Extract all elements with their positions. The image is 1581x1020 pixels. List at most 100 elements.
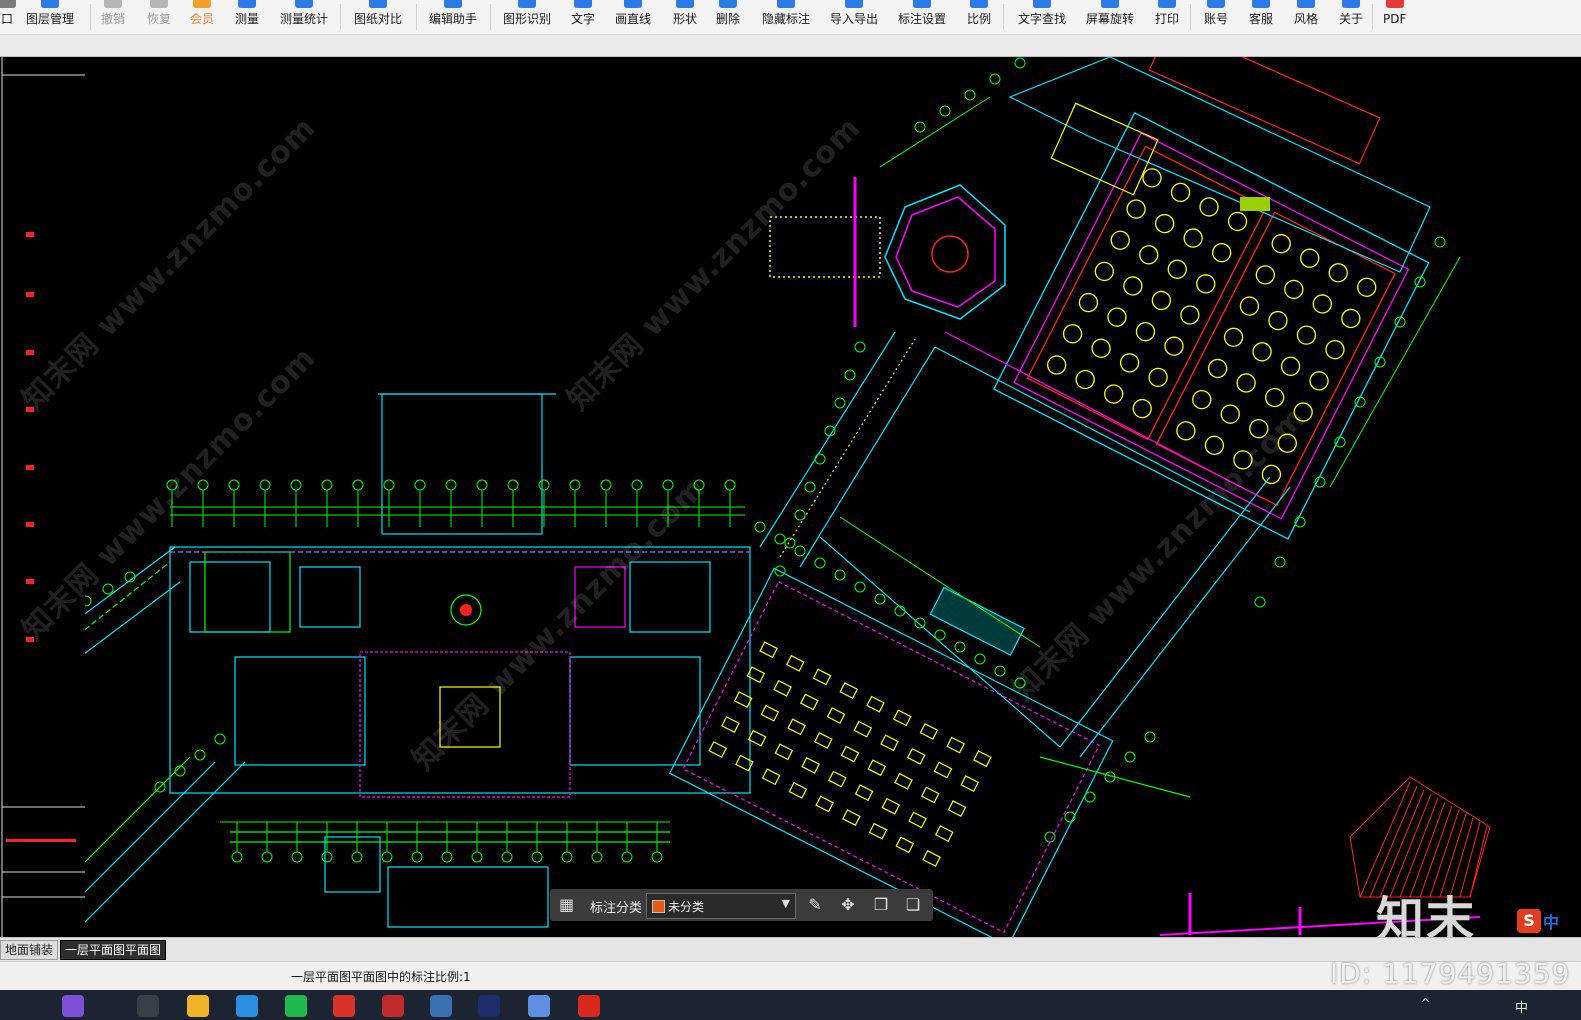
toolbar-button-13[interactable]: 删除 <box>716 0 740 34</box>
input-method-indicator[interactable]: S 中 <box>1517 907 1581 935</box>
banquet-table <box>1094 261 1114 282</box>
axis-bubble <box>934 629 946 641</box>
toolbar-button-8[interactable]: 编辑助手 <box>429 0 477 34</box>
toolbar-button-25[interactable]: PDF <box>1383 0 1406 34</box>
restaurant-seat <box>812 668 832 686</box>
restaurant-seat <box>919 722 939 740</box>
toolbar-button-12[interactable]: 形状 <box>673 0 697 34</box>
sogou-icon: S <box>1517 909 1541 933</box>
photoshop-icon[interactable] <box>478 995 500 1017</box>
restaurant-seat <box>787 718 806 736</box>
toolbar-button-24[interactable]: 关于 <box>1339 0 1363 34</box>
toolbar-button-17[interactable]: 比例 <box>967 0 991 34</box>
dropdown-icon[interactable]: ▼ <box>782 897 790 910</box>
grid-icon[interactable]: ▦ <box>559 897 575 913</box>
toolbar-button-19[interactable]: 屏幕旋转 <box>1086 0 1134 34</box>
axis-bubble <box>784 537 796 549</box>
axis-bubble <box>1334 436 1346 448</box>
restaurant-seat <box>866 695 885 713</box>
id-watermark: ID: 1179491359 <box>1330 957 1571 990</box>
toolbar-button-11[interactable]: 画直线 <box>615 0 651 34</box>
banquet-table <box>1227 211 1248 232</box>
banquet-table <box>1139 245 1159 265</box>
banquet-table <box>1126 199 1146 219</box>
wps-icon[interactable] <box>578 995 600 1017</box>
toolbar-button-5[interactable]: 测量 <box>235 0 259 34</box>
toolbar-button-7[interactable]: 图纸对比 <box>354 0 402 34</box>
drawing-canvas[interactable]: 知末网 www.znzmo.com 知末网 www.znzmo.com 知末网 ww… <box>0 57 1581 937</box>
toolbar-label: 恢复 <box>147 12 172 26</box>
toolbar-button-14[interactable]: 隐藏标注 <box>762 0 810 34</box>
explorer-icon[interactable] <box>187 995 209 1017</box>
compare-icon <box>369 0 387 8</box>
toolbar-button-3[interactable]: 恢复 <box>147 0 171 34</box>
teams-icon[interactable] <box>528 995 550 1017</box>
account-icon <box>1207 0 1225 8</box>
wechat-icon[interactable] <box>285 995 307 1017</box>
toolbar-button-22[interactable]: 客服 <box>1249 0 1273 34</box>
toolbar-button-10[interactable]: 文字 <box>571 0 595 34</box>
sketchup-icon[interactable] <box>333 995 355 1017</box>
toolbar-button-23[interactable]: 风格 <box>1294 0 1318 34</box>
edit-helper-icon <box>444 0 462 8</box>
main-toolbar: 口图层管理 撤销 恢复 会员 测量 测量统计 图纸对比 编辑助手 图形识别 文字 画直线 形状 删除 隐藏… <box>0 0 1581 35</box>
axis-bubble <box>194 749 206 761</box>
toolbar-button-6[interactable]: 测量统计 <box>280 0 328 34</box>
tray-item[interactable]: ^ <box>1420 997 1431 1012</box>
toolbar-button-16[interactable]: 标注设置 <box>898 0 946 34</box>
toolbar-button-21[interactable]: 账号 <box>1204 0 1228 34</box>
toolbar-label: 导入导出 <box>830 12 879 26</box>
tab-first-floor-plan[interactable]: 一层平面图平面图 <box>60 940 167 960</box>
toolbar-button-1[interactable]: 图层管理 <box>26 0 74 34</box>
ime-label: 中 <box>1543 913 1560 932</box>
tray-item[interactable]: 中 <box>1515 997 1528 1016</box>
banquet-table <box>1047 355 1067 375</box>
copy-icon[interactable]: ❐ <box>870 894 892 916</box>
axis-bubble <box>914 121 926 133</box>
toolbar-button-15[interactable]: 导入导出 <box>830 0 878 34</box>
library-icon[interactable] <box>62 995 84 1017</box>
restaurant-seat <box>895 836 915 854</box>
axis-bubble <box>476 479 488 491</box>
restaurant-seat <box>759 641 778 659</box>
axis-bubble <box>538 479 550 491</box>
restaurant-seat <box>708 741 728 758</box>
annotation-category-select[interactable]: 未分类 ▼ <box>646 893 796 919</box>
axis-bubble <box>794 509 806 521</box>
axis-bubble <box>1144 731 1156 743</box>
dimension-line <box>839 516 1041 648</box>
toolbar-button-4[interactable]: 会员 <box>190 0 214 34</box>
text-search-icon <box>1033 0 1051 8</box>
layers-icon <box>41 0 59 8</box>
toolbar-separator <box>1003 4 1004 30</box>
autocad-icon[interactable] <box>382 995 404 1017</box>
axis-bubble <box>1434 236 1446 248</box>
task-view-icon[interactable] <box>137 995 159 1017</box>
tab-floor-paving[interactable]: 地面铺装 <box>0 940 59 960</box>
axis-bubble <box>1124 751 1136 763</box>
scale-icon <box>970 0 988 8</box>
paste-icon[interactable]: ❏ <box>902 894 924 916</box>
toolbar-button-20[interactable]: 打印 <box>1155 0 1179 34</box>
move-icon[interactable]: ✥ <box>837 894 859 916</box>
restaurant-seat <box>826 707 846 724</box>
toolbar-separator <box>1190 4 1191 30</box>
toolbar-label: 形状 <box>673 12 698 26</box>
toolbar-button-18[interactable]: 文字查找 <box>1018 0 1066 34</box>
banquet-table <box>1309 371 1329 391</box>
toolbar-label: 关于 <box>1339 12 1364 26</box>
toolbar-label: 图形识别 <box>503 12 552 26</box>
toolbar-button-0[interactable]: 口 <box>0 0 16 34</box>
axis-bubble <box>774 533 786 545</box>
edge-icon[interactable] <box>236 995 258 1017</box>
toolbar-button-2[interactable]: 撤销 <box>101 0 125 34</box>
axis-bubble <box>989 73 1001 85</box>
axis-bubble <box>471 851 483 863</box>
axis-bubble <box>651 851 663 863</box>
toolbar-button-9[interactable]: 图形识别 <box>503 0 551 34</box>
toolbar-label: 编辑助手 <box>429 12 478 26</box>
toolbar-label: 比例 <box>967 12 992 26</box>
edit-icon[interactable]: ✎ <box>804 894 826 916</box>
cad-viewer-icon[interactable] <box>430 995 452 1017</box>
restaurant-seat <box>801 756 820 774</box>
